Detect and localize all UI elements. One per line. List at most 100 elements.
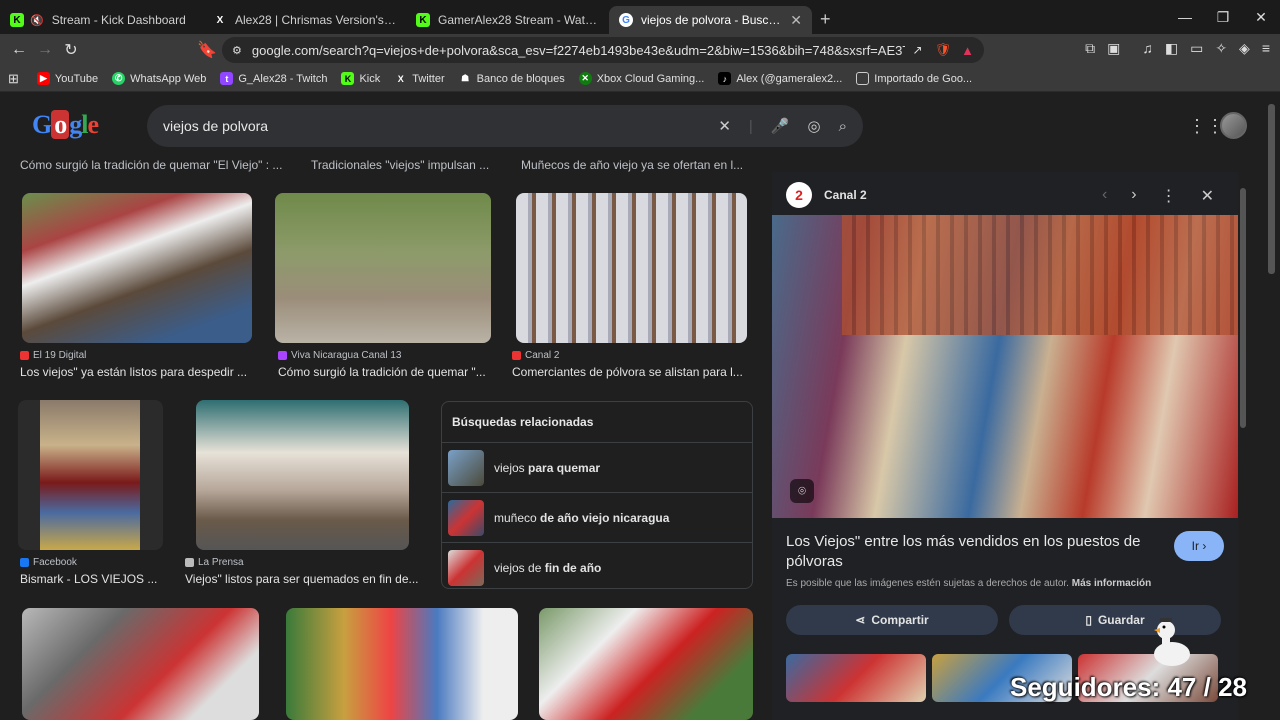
go-button[interactable]: Ir › — [1174, 531, 1224, 561]
tiktok-icon: ♪ — [718, 72, 732, 85]
result-image[interactable] — [22, 193, 252, 343]
menu-icon[interactable]: ≡ — [1262, 40, 1270, 57]
result-image[interactable] — [516, 193, 747, 343]
back-icon[interactable]: ← — [6, 41, 32, 59]
result-caption[interactable]: Comerciantes de pólvora se alistan para … — [512, 365, 752, 379]
related-item[interactable]: viejos para quemar — [442, 442, 752, 492]
block-icon: ☗ — [461, 73, 470, 83]
bookmark-xbox[interactable]: ✕ Xbox Cloud Gaming... — [578, 72, 705, 85]
tab-label: Alex28 | Chrismas Version's 🎄 (@Ga — [235, 13, 396, 27]
result-image[interactable] — [196, 400, 409, 550]
browser-tab[interactable]: X Alex28 | Chrismas Version's 🎄 (@Ga — [203, 6, 406, 34]
media-icon[interactable]: ♫ — [1142, 40, 1153, 57]
prev-icon[interactable]: ‹ — [1102, 186, 1107, 206]
share-button[interactable]: ⋖ Compartir — [786, 605, 998, 635]
site-info-icon[interactable]: ⚙ — [232, 44, 242, 57]
result-caption[interactable]: Bismark - LOS VIEJOS ... — [20, 572, 165, 586]
bookmark-label: YouTube — [54, 72, 99, 85]
bookmark-label: Xbox Cloud Gaming... — [596, 72, 705, 85]
caption[interactable]: Cómo surgió la tradición de quemar "El V… — [20, 158, 282, 172]
search-box[interactable]: viejos de polvora ✕ | 🎤 ◎ ⌕ — [147, 105, 863, 147]
close-tab-icon[interactable]: ✕ — [790, 12, 802, 29]
result-image[interactable] — [18, 400, 163, 550]
minimize-icon[interactable]: — — [1166, 0, 1204, 34]
close-panel-icon[interactable]: ✕ — [1201, 186, 1214, 206]
forward-icon[interactable]: → — [32, 41, 58, 59]
screenshot-icon[interactable]: ▣ — [1107, 40, 1120, 57]
related-thumb — [448, 449, 484, 486]
source-name: El 19 Digital — [33, 350, 87, 361]
caption[interactable]: Tradicionales "viejos" impulsan ... — [311, 158, 489, 172]
browser-tab-active[interactable]: G viejos de polvora - Buscar con Goo ✕ — [609, 6, 812, 34]
result-caption[interactable]: Cómo surgió la tradición de quemar "... — [278, 365, 490, 379]
related-item[interactable]: muñeco de año viejo nicaragua — [442, 492, 752, 542]
result-image[interactable] — [22, 608, 259, 720]
bookmark-youtube[interactable]: ▶ YouTube — [36, 72, 99, 85]
preview-image[interactable]: ⌾ — [772, 215, 1238, 518]
extensions-icon[interactable]: ⧉ — [1085, 40, 1095, 57]
bookmark-whatsapp[interactable]: ✆ WhatsApp Web — [112, 72, 206, 85]
related-thumb[interactable] — [786, 654, 926, 702]
bookmark-label: Banco de bloques — [476, 72, 565, 85]
new-tab-icon[interactable]: + — [820, 9, 831, 30]
apps-grid-icon[interactable]: ⊞ — [8, 71, 19, 87]
result-caption[interactable]: Los viejos" ya están listos para despedi… — [20, 365, 255, 379]
folder-icon — [856, 72, 870, 85]
bookmark-folder[interactable]: Importado de Goo... — [856, 72, 972, 85]
more-icon[interactable]: ⋮ — [1161, 186, 1177, 206]
bookmark-banco[interactable]: ☗ Banco de bloques — [459, 72, 565, 85]
source-name: Canal 2 — [525, 350, 560, 361]
bookmark-kick[interactable]: K Kick — [341, 72, 380, 85]
close-window-icon[interactable]: ✕ — [1242, 0, 1280, 34]
browser-tab[interactable]: K 🔇 Stream - Kick Dashboard — [0, 6, 203, 34]
brave-rewards-icon[interactable]: ▲ — [961, 43, 974, 58]
leo-icon[interactable]: ✧ — [1215, 40, 1227, 57]
related-text: viejos de — [494, 560, 542, 575]
bookmark-label: Twitter — [412, 72, 445, 85]
bookmark-icon: ▯ — [1085, 613, 1092, 627]
browser-toolbar: ← → ↻ 🔖 ⚙ google.com/search?q=viejos+de+… — [0, 34, 1280, 66]
address-bar[interactable]: ⚙ google.com/search?q=viejos+de+polvora&… — [222, 37, 984, 63]
avatar[interactable] — [1220, 112, 1247, 139]
result-image[interactable] — [286, 608, 518, 720]
microphone-icon[interactable]: 🎤 — [771, 117, 790, 135]
caption[interactable]: Muñecos de año viejo ya se ofertan en l.… — [521, 158, 743, 172]
related-bold: fin de año — [544, 560, 602, 575]
lens-search-icon[interactable]: ⌾ — [790, 479, 814, 503]
search-query[interactable]: viejos de polvora — [163, 118, 718, 134]
result-image[interactable] — [539, 608, 753, 720]
lens-icon[interactable]: ◎ — [808, 117, 821, 135]
kick-icon: K — [10, 13, 24, 27]
related-item[interactable]: viejos de fin de año — [442, 542, 752, 592]
brave-shield-icon[interactable]: 🛡 — [935, 42, 952, 58]
page-scrollbar[interactable] — [1268, 104, 1275, 274]
maximize-icon[interactable]: ❐ — [1204, 0, 1242, 34]
tab-label: viejos de polvora - Buscar con Goo — [641, 13, 784, 27]
next-icon[interactable]: › — [1131, 186, 1136, 206]
google-doodle-logo[interactable]: Go gle — [32, 110, 99, 140]
result-image[interactable] — [275, 193, 491, 343]
muted-speaker-icon[interactable]: 🔇 — [30, 14, 44, 27]
source: Facebook — [20, 557, 77, 568]
browser-tab[interactable]: K GamerAlex28 Stream - Watch Live or — [406, 6, 609, 34]
result-caption[interactable]: Viejos" listos para ser quemados en fin … — [185, 572, 423, 586]
vpn-icon[interactable]: ◈ — [1239, 40, 1250, 57]
wallet-icon[interactable]: ▭ — [1190, 40, 1203, 57]
kick-icon: K — [416, 13, 430, 27]
kick-icon: K — [341, 72, 355, 85]
source: El 19 Digital — [20, 350, 86, 361]
share-icon[interactable]: ↗ — [913, 43, 923, 57]
sidebar-icon[interactable]: ◧ — [1165, 40, 1178, 57]
panel-scrollbar[interactable] — [1240, 188, 1246, 428]
clear-icon[interactable]: ✕ — [718, 117, 731, 135]
reload-icon[interactable]: ↻ — [58, 40, 84, 60]
bookmark-twitch[interactable]: t G_Alex28 - Twitch — [220, 72, 327, 85]
x-icon: X — [216, 14, 224, 26]
bookmark-tiktok[interactable]: ♪ Alex (@gameralex2... — [718, 72, 842, 85]
search-icon[interactable]: ⌕ — [839, 118, 847, 135]
panel-source[interactable]: Canal 2 — [824, 188, 867, 202]
more-info-link[interactable]: Más información — [1072, 578, 1151, 589]
panel-title[interactable]: Los Viejos" entre los más vendidos en lo… — [786, 532, 1166, 572]
bookmark-icon[interactable]: 🔖 — [194, 40, 220, 60]
bookmark-twitter[interactable]: X Twitter — [394, 72, 445, 85]
